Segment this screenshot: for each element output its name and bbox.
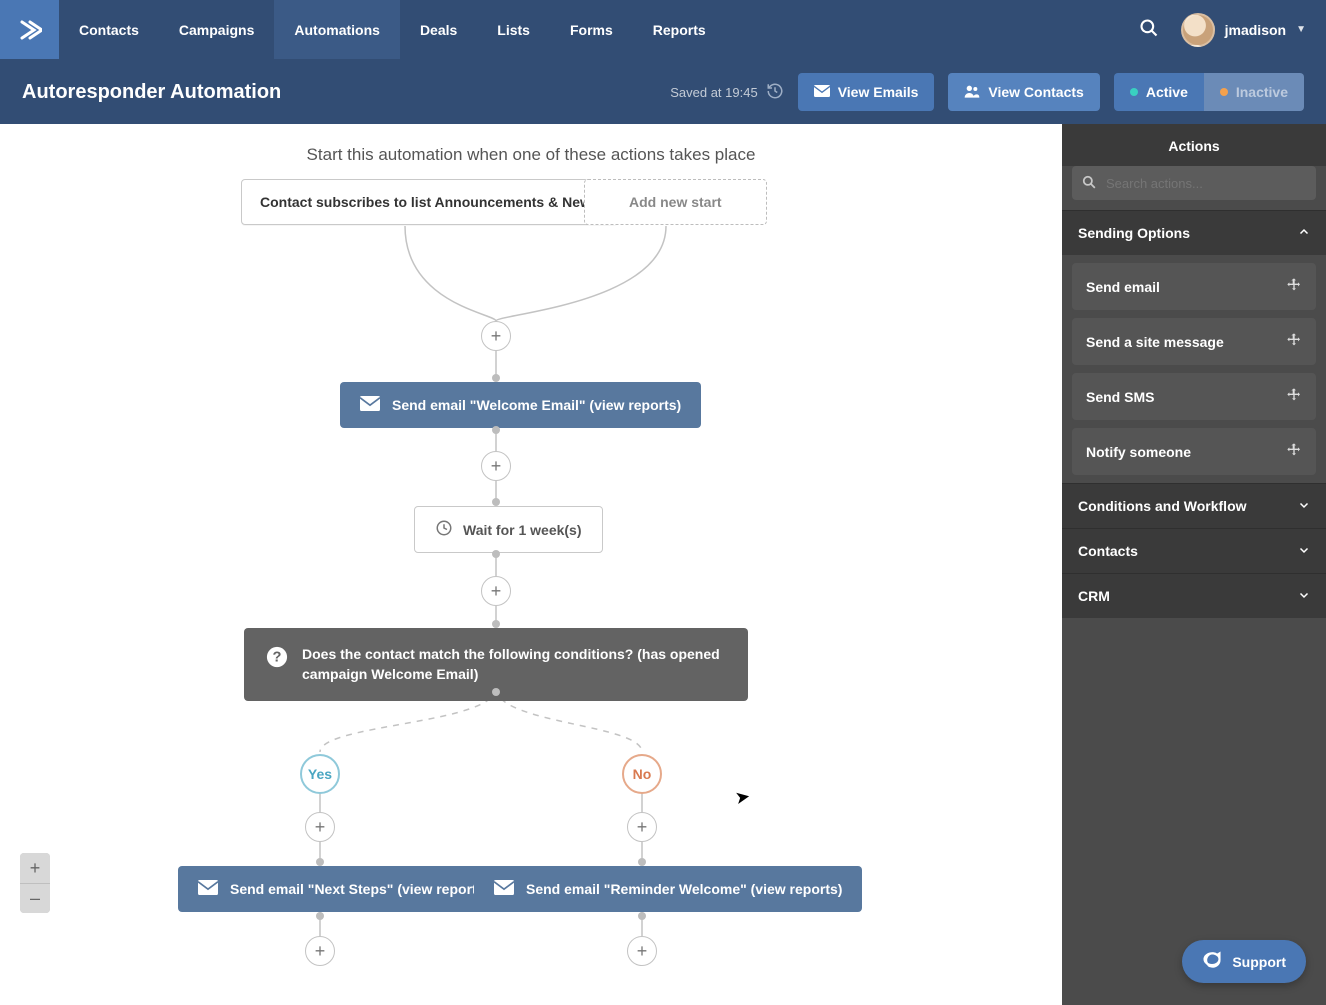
view-emails-button[interactable]: View Emails — [798, 73, 935, 111]
search-icon[interactable] — [1139, 18, 1159, 41]
send-email-node-yes[interactable]: Send email "Next Steps" (view reports) — [178, 866, 509, 912]
drag-icon — [1286, 442, 1302, 461]
nav-deals[interactable]: Deals — [400, 0, 477, 59]
nav-lists[interactable]: Lists — [477, 0, 550, 59]
chevron-icon — [1298, 498, 1310, 514]
add-step-button[interactable]: + — [627, 812, 657, 842]
action-send-sms[interactable]: Send SMS — [1072, 373, 1316, 420]
mail-icon — [360, 396, 380, 414]
actions-search-input[interactable] — [1104, 175, 1306, 192]
section-contacts[interactable]: Contacts — [1062, 528, 1326, 573]
actions-search[interactable] — [1072, 166, 1316, 200]
user-menu[interactable]: jmadison ▼ — [1181, 13, 1306, 47]
history-icon[interactable] — [766, 82, 784, 103]
chevron-icon — [1298, 588, 1310, 604]
zoom-out-button[interactable]: – — [20, 883, 50, 913]
add-step-button[interactable]: + — [627, 936, 657, 966]
add-step-button[interactable]: + — [481, 321, 511, 351]
chevron-icon — [1298, 225, 1310, 241]
mail-icon — [814, 84, 830, 100]
page-subheader: Autoresponder Automation Saved at 19:45 … — [0, 59, 1326, 124]
support-button[interactable]: Support — [1182, 940, 1306, 983]
action-notify-someone[interactable]: Notify someone — [1072, 428, 1316, 475]
nav-forms[interactable]: Forms — [550, 0, 633, 59]
add-step-button[interactable]: + — [305, 936, 335, 966]
status-toggle: Active Inactive — [1114, 73, 1304, 111]
action-send-a-site-message[interactable]: Send a site message — [1072, 318, 1316, 365]
send-email-node-no[interactable]: Send email "Reminder Welcome" (view repo… — [474, 866, 862, 912]
start-prompt: Start this automation when one of these … — [0, 145, 1062, 165]
mail-icon — [494, 880, 514, 898]
automation-canvas[interactable]: Start this automation when one of these … — [0, 124, 1062, 1005]
saved-status: Saved at 19:45 — [670, 82, 783, 103]
caret-down-icon: ▼ — [1296, 24, 1306, 35]
zoom-controls: + – — [20, 853, 50, 913]
chat-icon — [1202, 950, 1222, 973]
actions-title: Actions — [1062, 124, 1326, 166]
dot-icon — [1220, 88, 1228, 96]
section-conditions-and-workflow[interactable]: Conditions and Workflow — [1062, 483, 1326, 528]
add-step-button[interactable]: + — [305, 812, 335, 842]
add-step-button[interactable]: + — [481, 451, 511, 481]
clock-icon — [435, 519, 453, 540]
drag-icon — [1286, 387, 1302, 406]
app-logo[interactable] — [0, 0, 59, 59]
branch-yes[interactable]: Yes — [300, 754, 340, 794]
avatar — [1181, 13, 1215, 47]
action-send-email[interactable]: Send email — [1072, 263, 1316, 310]
add-step-button[interactable]: + — [481, 576, 511, 606]
view-contacts-button[interactable]: View Contacts — [948, 73, 1099, 111]
status-inactive[interactable]: Inactive — [1204, 73, 1304, 111]
username: jmadison — [1225, 22, 1286, 38]
page-title: Autoresponder Automation — [22, 81, 281, 104]
chevron-icon — [1298, 543, 1310, 559]
cursor-icon: ➤ — [733, 786, 752, 809]
add-trigger-button[interactable]: Add new start — [584, 179, 767, 225]
section-crm[interactable]: CRM — [1062, 573, 1326, 618]
top-nav: ContactsCampaignsAutomationsDealsListsFo… — [0, 0, 1326, 59]
nav-campaigns[interactable]: Campaigns — [159, 0, 274, 59]
status-active[interactable]: Active — [1114, 73, 1204, 111]
nav-reports[interactable]: Reports — [633, 0, 726, 59]
drag-icon — [1286, 277, 1302, 296]
wait-node[interactable]: Wait for 1 week(s) — [414, 506, 603, 553]
send-email-node[interactable]: Send email "Welcome Email" (view reports… — [340, 382, 701, 428]
question-icon: ? — [266, 646, 288, 671]
search-icon — [1082, 175, 1096, 192]
people-icon — [964, 84, 980, 101]
mail-icon — [198, 880, 218, 898]
branch-no[interactable]: No — [622, 754, 662, 794]
trigger-node[interactable]: Contact subscribes to list Announcements… — [241, 179, 618, 225]
dot-icon — [1130, 88, 1138, 96]
nav-automations[interactable]: Automations — [274, 0, 400, 59]
section-sending-options[interactable]: Sending Options — [1062, 210, 1326, 255]
actions-panel: Actions Sending Options Send email Send a … — [1062, 124, 1326, 1005]
svg-text:?: ? — [273, 650, 282, 666]
nav-contacts[interactable]: Contacts — [59, 0, 159, 59]
drag-icon — [1286, 332, 1302, 351]
zoom-in-button[interactable]: + — [20, 853, 50, 883]
